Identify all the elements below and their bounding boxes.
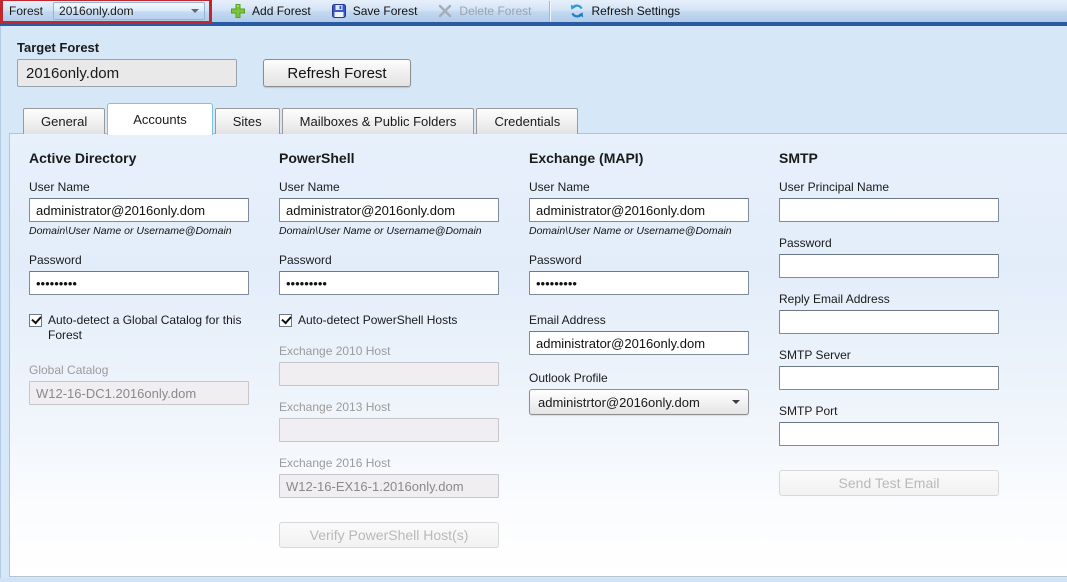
smtp-port-input[interactable] <box>779 422 999 446</box>
powershell-section: PowerShell User Name Domain\User Name or… <box>279 150 529 576</box>
ad-autodetect-gc-label: Auto-detect a Global Catalog for this Fo… <box>48 313 242 342</box>
annotation-highlight-box: Forest 2016only.dom <box>0 0 213 24</box>
ad-username-label: User Name <box>29 180 90 194</box>
active-directory-section: Active Directory User Name Domain\User N… <box>29 150 279 576</box>
ps-password-input[interactable] <box>279 271 499 295</box>
global-catalog-input <box>29 381 249 405</box>
delete-forest-button: Delete Forest <box>427 0 541 22</box>
mapi-email-address-label: Email Address <box>529 313 606 327</box>
mapi-password-input[interactable] <box>529 271 749 295</box>
refresh-forest-button[interactable]: Refresh Forest <box>263 59 411 87</box>
ad-password-label: Password <box>29 253 82 267</box>
smtp-upn-label: User Principal Name <box>779 180 890 194</box>
ps-username-label: User Name <box>279 180 340 194</box>
ps-username-hint: Domain\User Name or Username@Domain <box>279 225 482 237</box>
tab-mailboxes-public-folders[interactable]: Mailboxes & Public Folders <box>281 108 475 134</box>
toolbar-separator <box>549 1 552 21</box>
exchange-2013-host-input <box>279 418 499 442</box>
mapi-username-label: User Name <box>529 180 590 194</box>
forest-label: Forest <box>9 4 44 18</box>
forest-dropdown[interactable]: 2016only.dom <box>53 2 206 20</box>
target-forest-label: Target Forest <box>17 40 100 55</box>
mapi-password-label: Password <box>529 253 582 267</box>
smtp-upn-input[interactable] <box>779 198 999 222</box>
exchange-mapi-header: Exchange (MAPI) <box>529 150 644 166</box>
mapi-email-address-input[interactable] <box>529 331 749 355</box>
ad-username-input[interactable] <box>29 198 249 222</box>
tab-general[interactable]: General <box>23 108 106 134</box>
smtp-server-label: SMTP Server <box>779 348 851 362</box>
main-area: Target Forest Refresh Forest General Acc… <box>0 26 1067 578</box>
ps-autodetect-hosts-label: Auto-detect PowerShell Hosts <box>298 313 458 327</box>
refresh-icon <box>569 3 585 19</box>
ps-autodetect-hosts-checkbox-row: Auto-detect PowerShell Hosts <box>279 313 517 328</box>
outlook-profile-value: administrtor@2016only.dom <box>538 394 700 410</box>
x-icon <box>437 3 453 19</box>
verify-powershell-hosts-button: Verify PowerShell Host(s) <box>279 522 499 548</box>
exchange-2016-host-input <box>279 474 499 498</box>
ad-autodetect-gc-checkbox-row: Auto-detect a Global Catalog for this Fo… <box>29 313 267 343</box>
exchange-mapi-section: Exchange (MAPI) User Name Domain\User Na… <box>529 150 779 576</box>
chevron-down-icon <box>732 400 740 404</box>
powershell-header: PowerShell <box>279 150 355 166</box>
accounts-tab-panel: Active Directory User Name Domain\User N… <box>9 133 1067 577</box>
tab-credentials[interactable]: Credentials <box>476 108 579 134</box>
forest-dropdown-value: 2016only.dom <box>59 4 134 18</box>
outlook-profile-label: Outlook Profile <box>529 371 608 385</box>
exchange-2010-host-label: Exchange 2010 Host <box>279 344 391 358</box>
add-forest-button[interactable]: Add Forest <box>220 0 321 22</box>
exchange-2016-host-label: Exchange 2016 Host <box>279 456 391 470</box>
exchange-2010-host-input <box>279 362 499 386</box>
tab-sites[interactable]: Sites <box>214 108 280 134</box>
global-catalog-label: Global Catalog <box>29 363 109 377</box>
tab-bar: General Accounts Sites Mailboxes & Publi… <box>9 99 1067 135</box>
smtp-password-label: Password <box>779 236 832 250</box>
ad-username-hint: Domain\User Name or Username@Domain <box>29 225 232 237</box>
ps-password-label: Password <box>279 253 332 267</box>
toolbar: Forest 2016only.dom Add Forest Save Fore… <box>0 0 1067 26</box>
smtp-reply-address-input[interactable] <box>779 310 999 334</box>
exchange-2013-host-label: Exchange 2013 Host <box>279 400 391 414</box>
tab-accounts[interactable]: Accounts <box>107 103 213 135</box>
save-forest-button[interactable]: Save Forest <box>321 0 428 22</box>
ad-password-input[interactable] <box>29 271 249 295</box>
save-icon <box>331 3 347 19</box>
smtp-reply-address-label: Reply Email Address <box>779 292 890 306</box>
ps-username-input[interactable] <box>279 198 499 222</box>
smtp-section: SMTP User Principal Name Password Reply … <box>779 150 1029 576</box>
smtp-server-input[interactable] <box>779 366 999 390</box>
ps-autodetect-hosts-checkbox[interactable] <box>279 314 292 327</box>
active-directory-header: Active Directory <box>29 150 137 166</box>
mapi-username-input[interactable] <box>529 198 749 222</box>
outlook-profile-dropdown[interactable]: administrtor@2016only.dom <box>529 389 749 415</box>
smtp-header: SMTP <box>779 150 818 166</box>
send-test-email-button: Send Test Email <box>779 470 999 496</box>
smtp-password-input[interactable] <box>779 254 999 278</box>
plus-icon <box>230 3 246 19</box>
target-forest-input[interactable] <box>17 59 237 87</box>
smtp-port-label: SMTP Port <box>779 404 838 418</box>
ad-autodetect-gc-checkbox[interactable] <box>29 314 42 327</box>
refresh-settings-button[interactable]: Refresh Settings <box>559 0 690 22</box>
mapi-username-hint: Domain\User Name or Username@Domain <box>529 225 732 237</box>
chevron-down-icon <box>191 9 200 13</box>
